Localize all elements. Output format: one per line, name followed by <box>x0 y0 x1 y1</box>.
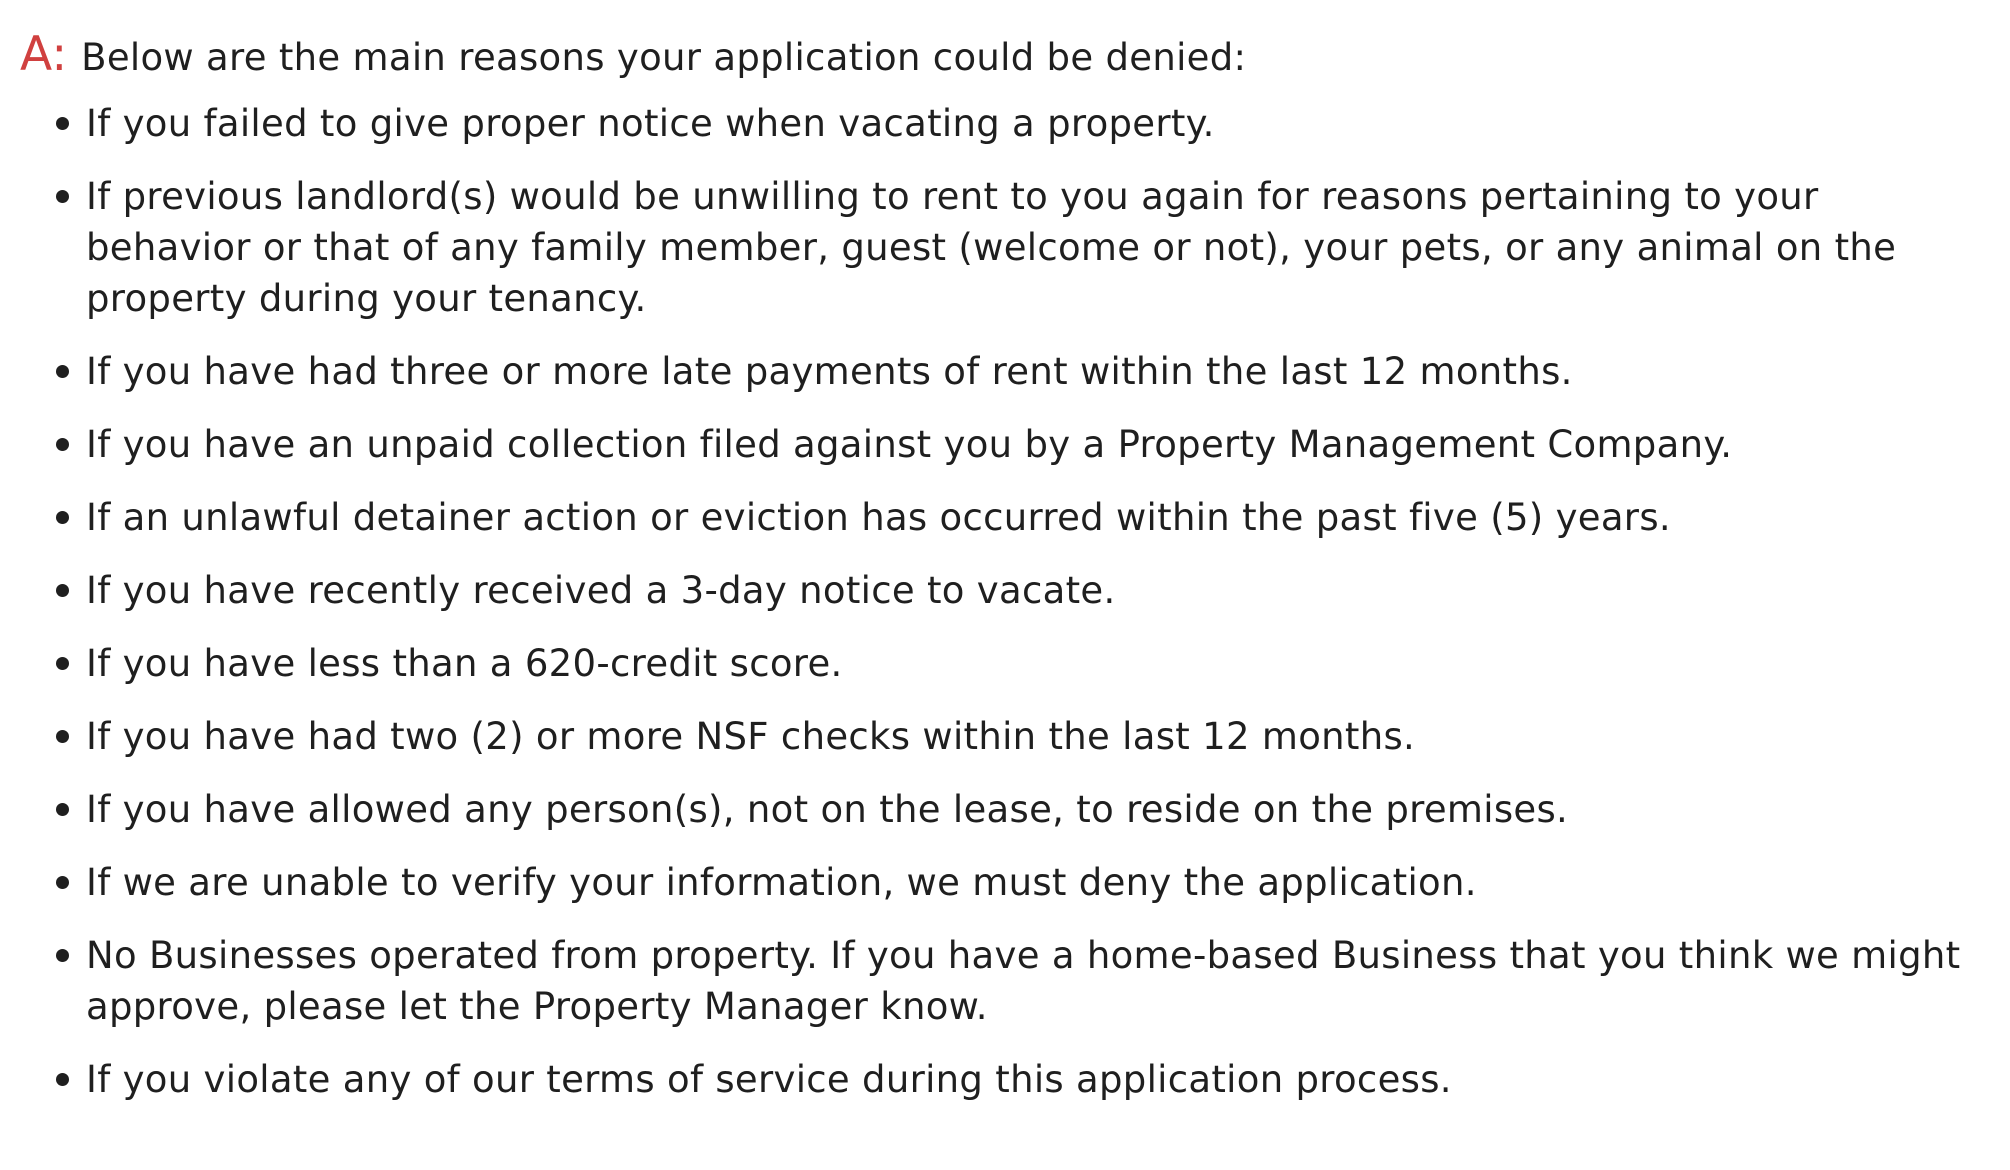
denial-reasons-list: If you failed to give proper notice when… <box>56 98 1991 1127</box>
list-item: If an unlawful detainer action or evicti… <box>56 492 1991 543</box>
list-item: If previous landlord(s) would be unwilli… <box>56 171 1991 324</box>
list-item: If you have recently received a 3-day no… <box>56 565 1991 616</box>
answer-header: A: Below are the main reasons your appli… <box>20 20 2000 90</box>
list-item: If you failed to give proper notice when… <box>56 98 1991 149</box>
list-item: If you have had three or more late payme… <box>56 346 1991 397</box>
list-item: If you have allowed any person(s), not o… <box>56 784 1991 835</box>
faq-answer: A: Below are the main reasons your appli… <box>20 20 2000 90</box>
list-item: If you have had two (2) or more NSF chec… <box>56 711 1991 762</box>
list-item: If we are unable to verify your informat… <box>56 857 1991 908</box>
answer-marker: A: <box>20 27 68 82</box>
answer-intro-text: Below are the main reasons your applicat… <box>81 36 1247 79</box>
list-item: If you have less than a 620-credit score… <box>56 638 1991 689</box>
list-item: If you violate any of our terms of servi… <box>56 1054 1991 1105</box>
list-item: No Businesses operated from property. If… <box>56 930 1991 1032</box>
list-item: If you have an unpaid collection filed a… <box>56 419 1991 470</box>
